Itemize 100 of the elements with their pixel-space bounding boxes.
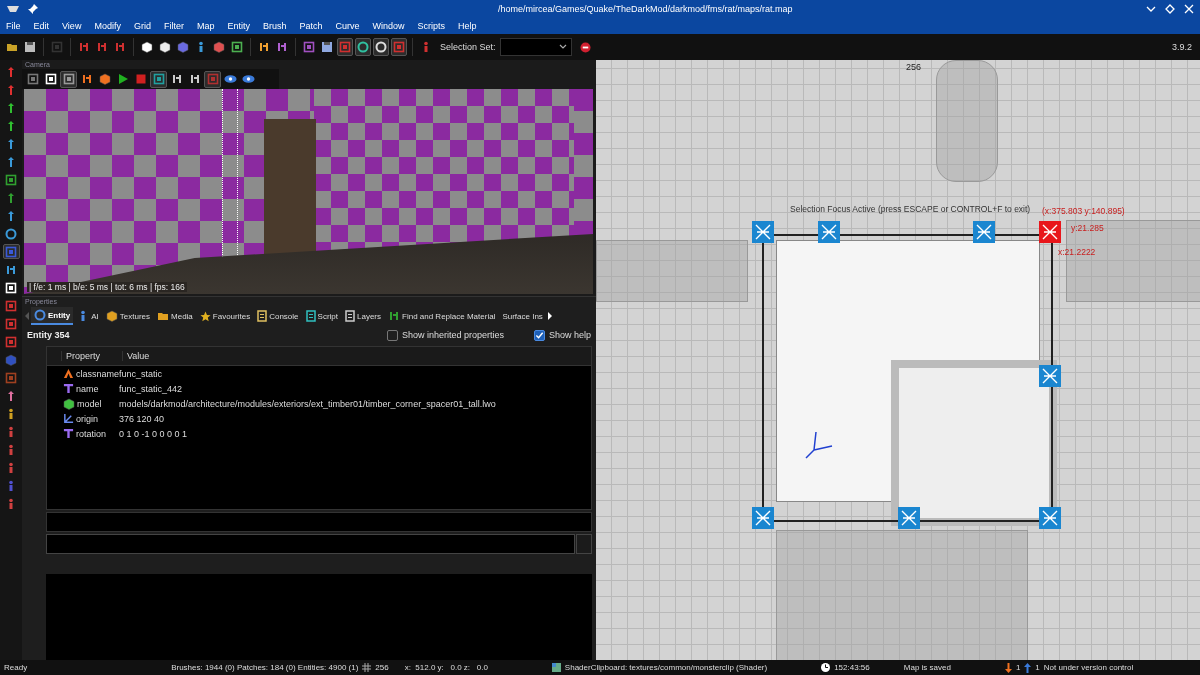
- clock-icon: [821, 663, 831, 672]
- square-icon: [26, 73, 39, 85]
- tab[interactable]: Media: [154, 308, 196, 324]
- folder-icon: [157, 310, 170, 322]
- menu-item[interactable]: Filter: [163, 20, 184, 31]
- maximize-icon[interactable]: [1165, 3, 1175, 14]
- square-icon: [5, 317, 17, 330]
- menu-item[interactable]: Edit: [33, 20, 50, 31]
- property-row[interactable]: origin 376 120 40: [47, 411, 591, 426]
- height-reading: y:21.285: [1071, 223, 1104, 233]
- show-help-checkbox[interactable]: Show help: [533, 329, 591, 341]
- bars-icon: [388, 310, 400, 322]
- cursor-coordinates: (x:375.803 y:140.895): [1042, 206, 1125, 216]
- tab[interactable]: Textures: [102, 308, 154, 324]
- square-icon: [5, 281, 17, 294]
- menu-item[interactable]: Modify: [94, 20, 121, 31]
- pin-icon[interactable]: [28, 3, 38, 14]
- cube-icon: [177, 41, 189, 53]
- bars-icon: [170, 73, 183, 85]
- no-entry-icon[interactable]: [579, 41, 591, 53]
- bars-icon: [78, 41, 90, 53]
- tab[interactable]: AI: [74, 308, 102, 324]
- cube-icon: [63, 397, 75, 410]
- menu-item[interactable]: Brush: [262, 20, 287, 31]
- column-header[interactable]: Value: [122, 351, 150, 361]
- resize-handle[interactable]: [898, 507, 920, 529]
- camera-tool-button[interactable]: [150, 70, 167, 88]
- resize-handle[interactable]: [1039, 365, 1061, 387]
- tab[interactable]: Layers: [342, 308, 384, 324]
- key-input-field[interactable]: [46, 512, 592, 532]
- property-row[interactable]: model models/darkmod/architecture/modules/exteriors/ext_timber01/timber_corner_spacer01_tall.lwo: [47, 396, 591, 411]
- checkmark-icon: [534, 330, 544, 340]
- menu-item[interactable]: Curve: [335, 20, 360, 31]
- version-control-status: Not under version control: [1043, 663, 1134, 672]
- 3d-viewport-drawing[interactable]: | f/e: 1 ms | b/e: 5 ms | tot: 6 ms | fps: 166: [24, 89, 593, 294]
- circle-icon: [357, 41, 369, 53]
- resize-handle[interactable]: [1039, 507, 1061, 529]
- resize-handle[interactable]: [973, 221, 995, 243]
- selection-set-label: Selection Set:: [440, 42, 496, 52]
- menu-item[interactable]: Help: [458, 20, 477, 31]
- cube-icon: [159, 41, 171, 53]
- tab[interactable]: Script: [302, 308, 341, 324]
- bars-icon: [80, 73, 93, 85]
- eye-icon: [224, 74, 237, 84]
- chevron-down-icon: [558, 44, 567, 50]
- menu-item[interactable]: View: [62, 20, 82, 31]
- circle-icon: [34, 309, 46, 321]
- value-input-field[interactable]: [46, 534, 575, 554]
- show-inherited-checkbox[interactable]: Show inherited properties: [386, 329, 504, 341]
- down-arrow-icon: [1004, 662, 1012, 673]
- menu-item[interactable]: Entity: [227, 20, 250, 31]
- letter-t-icon: [63, 383, 74, 394]
- property-name: model: [77, 398, 102, 409]
- property-value: func_static_442: [119, 383, 183, 394]
- cube-icon: [213, 41, 225, 53]
- menu-item[interactable]: Window: [372, 20, 405, 31]
- menu-item[interactable]: Scripts: [417, 20, 446, 31]
- square-icon: [339, 41, 351, 53]
- timer: 152:43:56: [834, 663, 870, 672]
- map-save-status: Map is saved: [903, 663, 951, 672]
- toolbar-button[interactable]: [355, 38, 371, 56]
- letter-t-icon: [63, 428, 74, 439]
- status-text: Ready: [4, 663, 28, 672]
- tab[interactable]: Entity: [31, 307, 74, 325]
- play-icon: [116, 73, 129, 85]
- resize-handle[interactable]: [818, 221, 840, 243]
- up-arrow-icon: [1024, 662, 1032, 673]
- grid-icon: [362, 663, 372, 672]
- square-icon: [231, 41, 243, 53]
- width-reading: x:21.2222: [1058, 247, 1096, 257]
- menu-item[interactable]: File: [6, 20, 21, 31]
- cube-icon: [5, 353, 17, 366]
- tab[interactable]: Favourites: [196, 308, 254, 324]
- scroll-right-icon[interactable]: [546, 312, 553, 320]
- resize-handle[interactable]: [1039, 221, 1061, 243]
- version-label: 3.9.2: [1171, 42, 1193, 52]
- bars-icon: [258, 41, 270, 53]
- tab[interactable]: Console: [254, 308, 302, 324]
- bars-icon: [114, 41, 126, 53]
- eye-icon: [242, 74, 255, 84]
- property-value: 376 120 40: [119, 413, 165, 424]
- 2d-grid-view-drawing[interactable]: 256 Selection Focus Active (press ESCAPE or CONTROL+F to exit) (x:375.803 y:140.895) y:21.285 x:21.2222: [596, 60, 1200, 660]
- page-icon: [305, 310, 316, 322]
- menu-item[interactable]: Patch: [299, 20, 323, 31]
- tab[interactable]: Find and Replace Material: [385, 308, 499, 324]
- resize-handle[interactable]: [752, 507, 774, 529]
- property-row[interactable]: rotation 0 1 0 -1 0 0 0 0 1: [47, 426, 591, 441]
- menu-item[interactable]: Grid: [133, 20, 151, 31]
- close-icon[interactable]: [1184, 3, 1194, 14]
- property-row[interactable]: classnamefunc_static: [47, 366, 591, 381]
- square-icon: [5, 371, 17, 384]
- property-row[interactable]: name func_static_442: [47, 381, 591, 396]
- toolbar-button[interactable]: [373, 38, 389, 56]
- resize-handle[interactable]: [752, 221, 774, 243]
- camera-tool-button[interactable]: [60, 70, 77, 88]
- menu-item[interactable]: Map: [196, 20, 215, 31]
- column-header[interactable]: Property: [61, 351, 122, 361]
- tab[interactable]: Surface Ins: [499, 309, 546, 323]
- render-stats: | f/e: 1 ms | b/e: 5 ms | tot: 6 ms | fps: 166: [27, 282, 187, 292]
- bars-icon: [96, 41, 108, 53]
